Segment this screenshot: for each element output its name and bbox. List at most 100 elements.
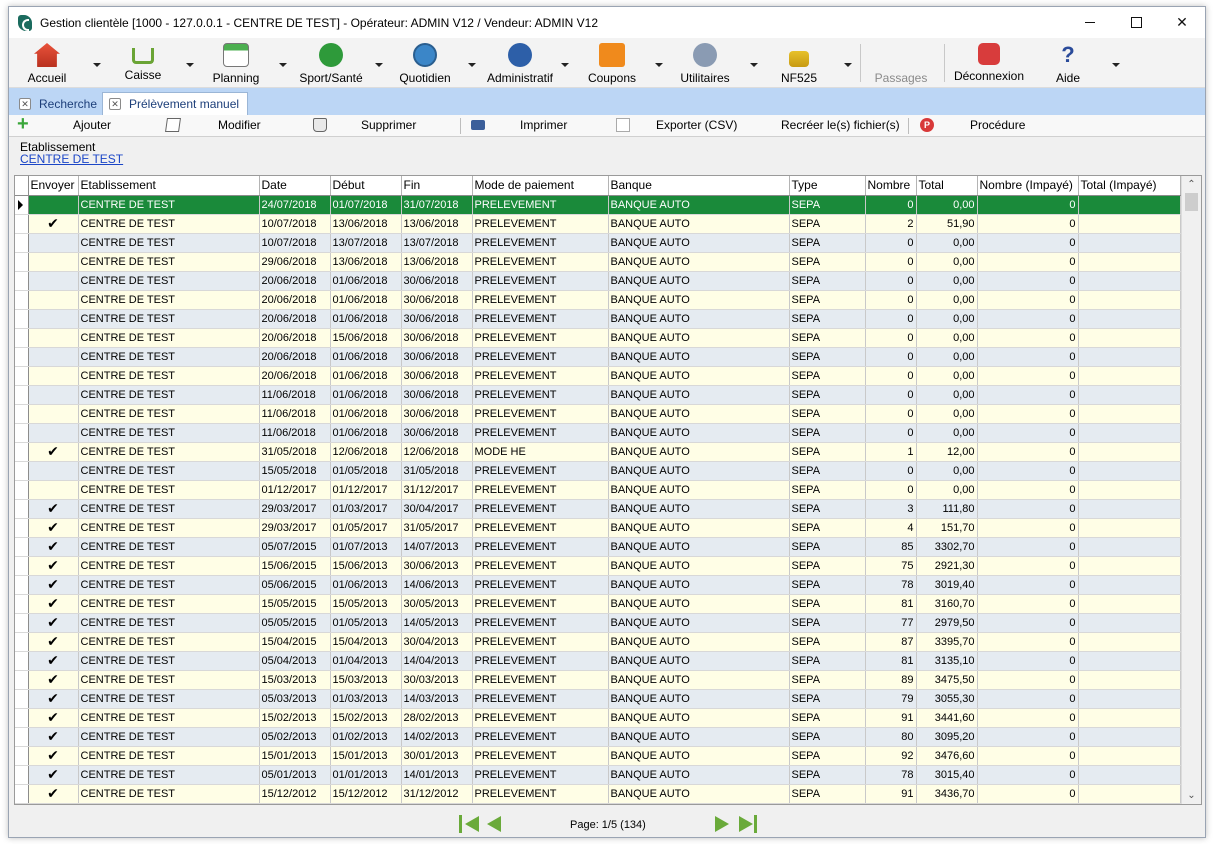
row-header-cell[interactable] (15, 727, 29, 747)
envoyer-checkbox[interactable] (28, 461, 79, 481)
row-header-cell[interactable] (15, 499, 29, 519)
row-header-cell[interactable] (15, 746, 29, 766)
previous-page-icon[interactable] (484, 815, 504, 833)
table-row[interactable]: ✔ CENTRE DE TEST 05/03/2013 01/03/2013 14/03… (15, 689, 1181, 709)
scroll-up-icon[interactable]: ⌃ (1182, 176, 1201, 193)
table-row[interactable]: ✔ CENTRE DE TEST 05/01/2013 01/01/2013 14/01… (15, 765, 1181, 785)
toolbar-utilitaires-button[interactable]: Utilitaires (673, 40, 737, 86)
row-header-cell[interactable] (15, 309, 29, 329)
table-row[interactable]: ✔ CENTRE DE TEST 05/02/2013 01/02/2013 14/02… (15, 727, 1181, 747)
envoyer-checkbox[interactable] (28, 309, 79, 329)
envoyer-checkbox[interactable]: ✔ (28, 518, 79, 538)
close-button[interactable]: ✕ (1159, 7, 1205, 38)
table-row[interactable]: CENTRE DE TEST 20/06/2018 01/06/2018 30/06/… (15, 309, 1181, 329)
envoyer-checkbox[interactable]: ✔ (28, 613, 79, 633)
edit-button[interactable]: Modifier (218, 118, 261, 132)
table-row[interactable]: CENTRE DE TEST 15/05/2018 01/05/2018 31/05/… (15, 461, 1181, 481)
toolbar-coupons-button[interactable]: Coupons (585, 40, 639, 86)
table-row[interactable]: ✔ CENTRE DE TEST 31/05/2018 12/06/2018 12/06… (15, 442, 1181, 462)
row-header-cell[interactable] (15, 575, 29, 595)
table-row[interactable]: CENTRE DE TEST 11/06/2018 01/06/2018 30/06/… (15, 385, 1181, 405)
toolbar-caisse-button[interactable]: Caisse (121, 40, 165, 86)
envoyer-checkbox[interactable] (28, 195, 79, 215)
toolbar-administratif-button[interactable]: Administratif (481, 40, 559, 86)
table-row[interactable]: CENTRE DE TEST 20/06/2018 01/06/2018 30/06/… (15, 290, 1181, 310)
table-row[interactable]: ✔ CENTRE DE TEST 15/12/2012 15/12/2012 31/12… (15, 784, 1181, 804)
toolbar-sport-button[interactable]: Sport/Santé (297, 40, 365, 86)
row-header-cell[interactable] (15, 366, 29, 386)
row-header-cell[interactable] (15, 461, 29, 481)
row-header-cell[interactable] (15, 594, 29, 614)
print-button[interactable]: Imprimer (520, 118, 567, 132)
row-header-cell[interactable] (15, 442, 29, 462)
row-header-cell[interactable] (15, 328, 29, 348)
coupons-dropdown-icon[interactable] (655, 63, 663, 67)
column-header-nombre-impaye[interactable]: Nombre (Impayé) (977, 176, 1079, 196)
envoyer-checkbox[interactable]: ✔ (28, 575, 79, 595)
minimize-button[interactable] (1067, 7, 1113, 38)
row-header-cell[interactable] (15, 670, 29, 690)
toolbar-aide-button[interactable]: ? Aide (1051, 40, 1085, 86)
column-header-banque[interactable]: Banque (608, 176, 790, 196)
table-row[interactable]: ✔ CENTRE DE TEST 15/01/2013 15/01/2013 30/01… (15, 746, 1181, 766)
envoyer-checkbox[interactable]: ✔ (28, 727, 79, 747)
column-header-date[interactable]: Date (259, 176, 331, 196)
column-header-total[interactable]: Total (916, 176, 978, 196)
row-header-cell[interactable] (15, 385, 29, 405)
table-row[interactable]: ✔ CENTRE DE TEST 10/07/2018 13/06/2018 13/06… (15, 214, 1181, 234)
column-header-etablissement[interactable]: Etablissement (78, 176, 260, 196)
column-header-type[interactable]: Type (789, 176, 866, 196)
envoyer-checkbox[interactable] (28, 252, 79, 272)
table-row[interactable]: CENTRE DE TEST 20/06/2018 01/06/2018 30/06/… (15, 271, 1181, 291)
column-header-fin[interactable]: Fin (401, 176, 473, 196)
column-header-debut[interactable]: Début (330, 176, 402, 196)
procedure-icon[interactable]: P (920, 118, 934, 132)
next-page-icon[interactable] (713, 815, 733, 833)
recreate-files-button[interactable]: Recréer le(s) fichier(s) (781, 118, 900, 132)
table-row[interactable]: ✔ CENTRE DE TEST 05/05/2015 01/05/2013 14/05… (15, 613, 1181, 633)
table-row[interactable]: CENTRE DE TEST 20/06/2018 01/06/2018 30/06/… (15, 347, 1181, 367)
row-header-cell[interactable] (15, 784, 29, 804)
envoyer-checkbox[interactable]: ✔ (28, 632, 79, 652)
table-row[interactable]: ✔ CENTRE DE TEST 15/02/2013 15/02/2013 28/02… (15, 708, 1181, 728)
envoyer-checkbox[interactable] (28, 404, 79, 424)
row-header-cell[interactable] (15, 404, 29, 424)
sport-dropdown-icon[interactable] (375, 63, 383, 67)
tab-recherche[interactable]: ✕ Recherche (13, 92, 105, 115)
table-row[interactable]: ✔ CENTRE DE TEST 15/06/2015 15/06/2013 30/06… (15, 556, 1181, 576)
toolbar-planning-button[interactable]: Planning (209, 40, 263, 86)
quotidien-dropdown-icon[interactable] (468, 63, 476, 67)
caisse-dropdown-icon[interactable] (186, 63, 194, 67)
procedure-button[interactable]: Procédure (970, 118, 1025, 132)
row-header-cell[interactable] (15, 518, 29, 538)
maximize-button[interactable] (1113, 7, 1159, 38)
row-header-cell[interactable] (15, 347, 29, 367)
table-row[interactable]: CENTRE DE TEST 11/06/2018 01/06/2018 30/06/… (15, 423, 1181, 443)
table-row[interactable]: CENTRE DE TEST 24/07/2018 01/07/2018 31/07/… (15, 195, 1181, 215)
row-header-cell[interactable] (15, 271, 29, 291)
accueil-dropdown-icon[interactable] (93, 63, 101, 67)
delete-button[interactable]: Supprimer (361, 118, 416, 132)
envoyer-checkbox[interactable]: ✔ (28, 442, 79, 462)
row-header-cell[interactable] (15, 632, 29, 652)
row-header-cell[interactable] (15, 480, 29, 500)
row-header-cell[interactable] (15, 214, 29, 234)
edit-icon[interactable] (165, 118, 181, 132)
table-row[interactable]: ✔ CENTRE DE TEST 15/05/2015 15/05/2013 30/05… (15, 594, 1181, 614)
envoyer-checkbox[interactable] (28, 290, 79, 310)
table-row[interactable]: CENTRE DE TEST 20/06/2018 01/06/2018 30/06/… (15, 366, 1181, 386)
column-header-total-impaye[interactable]: Total (Impayé) (1078, 176, 1181, 196)
scroll-thumb[interactable] (1185, 193, 1198, 211)
table-row[interactable]: CENTRE DE TEST 20/06/2018 15/06/2018 30/06/… (15, 328, 1181, 348)
column-header-nombre[interactable]: Nombre (865, 176, 917, 196)
envoyer-checkbox[interactable]: ✔ (28, 689, 79, 709)
planning-dropdown-icon[interactable] (279, 63, 287, 67)
envoyer-checkbox[interactable] (28, 347, 79, 367)
table-row[interactable]: ✔ CENTRE DE TEST 05/06/2015 01/06/2013 14/06… (15, 575, 1181, 595)
row-header-cell[interactable] (15, 765, 29, 785)
row-header-cell[interactable] (15, 252, 29, 272)
table-row[interactable]: ✔ CENTRE DE TEST 29/03/2017 01/03/2017 30/04… (15, 499, 1181, 519)
envoyer-checkbox[interactable]: ✔ (28, 765, 79, 785)
table-row[interactable]: ✔ CENTRE DE TEST 15/04/2015 15/04/2013 30/04… (15, 632, 1181, 652)
envoyer-checkbox[interactable]: ✔ (28, 537, 79, 557)
